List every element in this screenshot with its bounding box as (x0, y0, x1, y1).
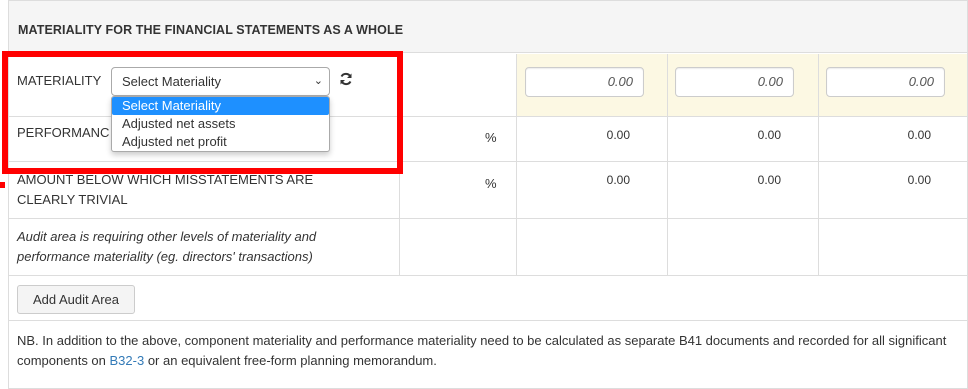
refresh-icon[interactable] (339, 72, 353, 86)
trivial-value-1: 0.00 (606, 173, 630, 187)
note-text-after: or an equivalent free-form planning memo… (144, 353, 437, 368)
audit-area-label-line1: Audit area is requiring other levels of … (17, 229, 317, 244)
materiality-dropdown-list: Select Materiality Adjusted net assets A… (111, 96, 330, 152)
row-divider (9, 161, 967, 162)
highlight-mark (0, 182, 5, 188)
trivial-value-3: 0.00 (907, 173, 931, 187)
performance-value-1: 0.00 (606, 128, 630, 142)
trivial-value-2: 0.00 (757, 173, 781, 187)
b32-3-link[interactable]: B32-3 (110, 353, 145, 368)
materiality-input-1[interactable]: 0.00 (525, 67, 644, 97)
materiality-input-3[interactable]: 0.00 (826, 67, 945, 97)
row-divider (9, 218, 967, 219)
dropdown-option-select-materiality[interactable]: Select Materiality (112, 97, 329, 115)
performance-value-2: 0.00 (757, 128, 781, 142)
trivial-label-line1: AMOUNT BELOW WHICH MISSTATEMENTS ARE (17, 172, 314, 187)
note-text: NB. In addition to the above, component … (17, 331, 962, 371)
materiality-label: MATERIALITY (17, 73, 102, 88)
trivial-percent: % (485, 176, 497, 191)
audit-area-label-line2: performance materiality (eg. directors' … (17, 249, 313, 264)
row-divider (9, 320, 967, 321)
dropdown-option-adjusted-net-assets[interactable]: Adjusted net assets (112, 115, 329, 133)
materiality-input-2[interactable]: 0.00 (675, 67, 794, 97)
materiality-select[interactable]: Select Materiality ⌄ (111, 67, 330, 96)
column-divider (399, 161, 400, 275)
row-divider (9, 275, 967, 276)
column-divider (818, 54, 819, 275)
panel-heading: MATERIALITY FOR THE FINANCIAL STATEMENTS… (9, 1, 967, 53)
trivial-label-line2: CLEARLY TRIVIAL (17, 192, 128, 207)
performance-label: PERFORMANC (17, 125, 110, 140)
dropdown-option-adjusted-net-profit[interactable]: Adjusted net profit (112, 133, 329, 151)
add-audit-area-button[interactable]: Add Audit Area (17, 285, 135, 314)
column-divider (516, 54, 517, 275)
performance-value-3: 0.00 (907, 128, 931, 142)
chevron-down-icon: ⌄ (313, 75, 323, 87)
section-title: MATERIALITY FOR THE FINANCIAL STATEMENTS… (18, 23, 404, 37)
performance-percent: % (485, 130, 497, 145)
materiality-select-value: Select Materiality (122, 74, 221, 89)
column-divider (667, 54, 668, 275)
